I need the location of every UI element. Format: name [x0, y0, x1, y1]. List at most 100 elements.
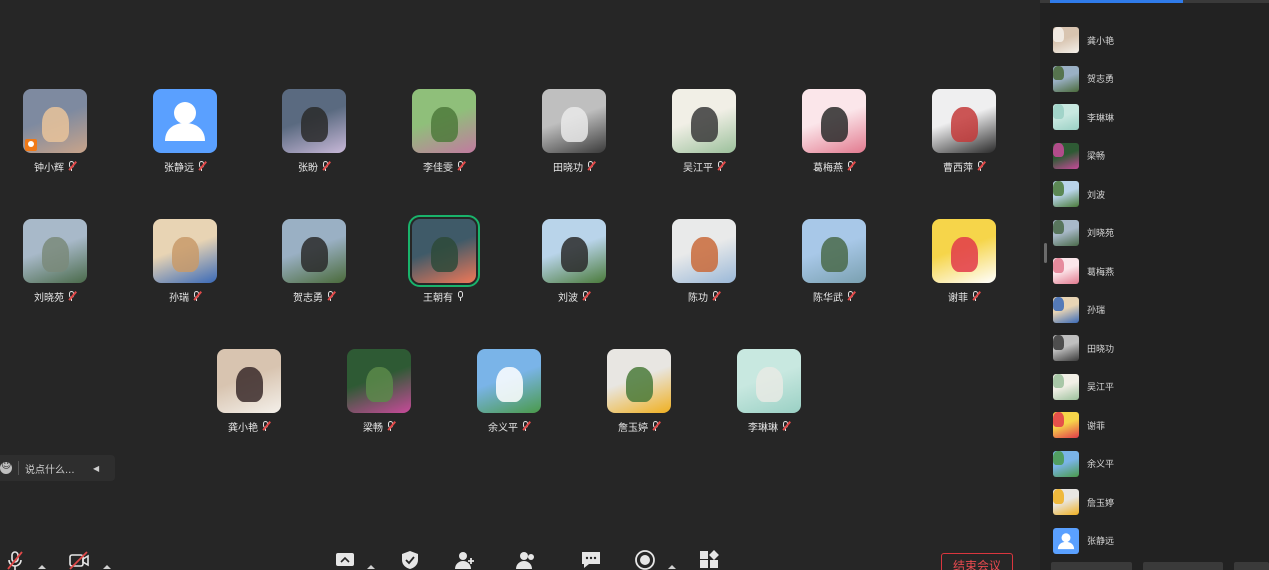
mic-muted-icon: [846, 160, 856, 172]
participant-avatar: [542, 89, 606, 153]
participant-name: 李佳雯: [423, 162, 453, 174]
participant-tile[interactable]: 余义平: [454, 349, 564, 439]
mic-muted-icon: [521, 420, 531, 432]
participant-list-avatar: [1053, 335, 1079, 362]
chat-placeholder[interactable]: 说点什么...: [25, 461, 85, 476]
record-options-caret[interactable]: [668, 565, 676, 569]
participant-list-item[interactable]: 田晓功: [1053, 329, 1263, 368]
participant-name-row: 詹玉婷: [584, 419, 694, 434]
participant-avatar: [347, 349, 411, 413]
participant-name-row: 李佳雯: [389, 159, 499, 174]
participant-tile[interactable]: 刘晓苑: [0, 219, 110, 309]
participant-list-name: 梁畅: [1087, 152, 1106, 163]
participant-list-item[interactable]: 余义平: [1053, 445, 1263, 484]
participant-list-avatar: [1053, 296, 1079, 323]
participant-name: 谢菲: [948, 292, 968, 304]
participant-name: 孙瑞: [169, 292, 189, 304]
participant-tile[interactable]: 梁畅: [324, 349, 434, 439]
participant-list-name: 贺志勇: [1087, 75, 1115, 86]
mic-muted-icon: [192, 290, 202, 302]
participant-name-row: 张盼: [259, 159, 369, 174]
panel-button[interactable]: [1234, 562, 1269, 570]
collapse-left-icon[interactable]: ◀: [93, 464, 99, 473]
camera-off-icon[interactable]: [68, 549, 90, 570]
participant-list-name: 李琳琳: [1087, 113, 1115, 124]
mic-muted-icon: [971, 290, 981, 302]
participant-name: 贺志勇: [293, 292, 323, 304]
participant-tile[interactable]: 曹西萍: [909, 89, 1019, 179]
participant-tile[interactable]: 钟小辉: [0, 89, 110, 179]
participant-avatar: [153, 219, 217, 283]
participant-list-item[interactable]: 梁畅: [1053, 137, 1263, 176]
participant-list-avatar: [1053, 489, 1079, 516]
participant-list-item[interactable]: 葛梅燕: [1053, 252, 1263, 291]
resize-handle[interactable]: [1044, 243, 1047, 263]
participant-tile[interactable]: 李佳雯: [389, 89, 499, 179]
participant-name: 张盼: [298, 162, 318, 174]
end-meeting-button[interactable]: 结束会议: [941, 553, 1013, 570]
mic-muted-icon: [67, 160, 77, 172]
participant-list-name: 吴江平: [1087, 383, 1115, 394]
chat-icon[interactable]: [580, 549, 602, 570]
participant-tile[interactable]: 龚小艳: [194, 349, 304, 439]
participant-avatar: [23, 219, 87, 283]
invite-user-icon[interactable]: [454, 549, 476, 570]
participant-tile[interactable]: 吴江平: [649, 89, 759, 179]
participant-name-row: 王朝有: [389, 289, 499, 304]
participant-list-item[interactable]: 吴江平: [1053, 368, 1263, 407]
participant-list-item[interactable]: 贺志勇: [1053, 60, 1263, 99]
mic-on-icon: [456, 290, 465, 302]
share-screen-icon[interactable]: [334, 549, 356, 570]
mic-muted-icon: [326, 290, 336, 302]
participant-tile[interactable]: 陈华武: [779, 219, 889, 309]
participant-list-item[interactable]: 詹玉婷: [1053, 483, 1263, 522]
participant-list-item[interactable]: 谢菲: [1053, 406, 1263, 445]
chat-input-bar[interactable]: 说点什么... ◀: [0, 455, 115, 481]
participant-list-item[interactable]: 龚小艳: [1053, 21, 1263, 60]
participants-panel: 龚小艳贺志勇李琳琳梁畅刘波 刘晓苑葛梅燕孙瑞 田晓功吴江平谢菲 余义平 詹玉婷 张静远: [1040, 0, 1269, 570]
participant-name: 刘晓苑: [34, 292, 64, 304]
participant-tile[interactable]: 张盼: [259, 89, 369, 179]
participant-avatar: [802, 89, 866, 153]
participant-tile[interactable]: 孙瑞: [130, 219, 240, 309]
participant-list-item[interactable]: 张静远: [1053, 522, 1263, 561]
participant-tile[interactable]: 陈功: [649, 219, 759, 309]
participant-name: 张静远: [164, 162, 194, 174]
share-options-caret[interactable]: [367, 565, 375, 569]
security-shield-icon[interactable]: [399, 549, 421, 570]
participant-tile[interactable]: 张静远: [130, 89, 240, 179]
participant-tile[interactable]: 李琳琳: [714, 349, 824, 439]
panel-button[interactable]: [1143, 562, 1223, 570]
participant-name-row: 陈华武: [779, 289, 889, 304]
participant-avatar: [477, 349, 541, 413]
mic-options-caret[interactable]: [38, 565, 46, 569]
participant-list-item[interactable]: 刘晓苑: [1053, 214, 1263, 253]
active-tab-indicator[interactable]: [1050, 0, 1183, 3]
participant-list-item[interactable]: 刘波: [1053, 175, 1263, 214]
record-icon[interactable]: [634, 549, 656, 570]
participant-tile[interactable]: 谢菲: [909, 219, 1019, 309]
camera-options-caret[interactable]: [103, 565, 111, 569]
participant-tile[interactable]: 王朝有: [389, 215, 499, 309]
participant-name-row: 田晓功: [519, 159, 629, 174]
participant-tile[interactable]: 詹玉婷: [584, 349, 694, 439]
participant-name: 田晓功: [553, 162, 583, 174]
panel-button[interactable]: [1051, 562, 1132, 570]
participant-avatar: [217, 349, 281, 413]
apps-icon[interactable]: [698, 549, 720, 570]
participant-name-row: 钟小辉: [0, 159, 110, 174]
participant-tile[interactable]: 葛梅燕: [779, 89, 889, 179]
participant-tile[interactable]: 刘波: [519, 219, 629, 309]
participant-list-item[interactable]: 李琳琳: [1053, 98, 1263, 137]
participants-icon[interactable]: [515, 549, 537, 570]
mic-muted-icon[interactable]: [4, 549, 26, 570]
participant-list-name: 葛梅燕: [1087, 267, 1115, 278]
emoji-icon[interactable]: [0, 460, 12, 474]
participant-list-item[interactable]: 孙瑞: [1053, 291, 1263, 330]
participant-name-row: 谢菲: [909, 289, 1019, 304]
mic-muted-icon: [711, 290, 721, 302]
participant-tile[interactable]: 田晓功: [519, 89, 629, 179]
participant-avatar: [802, 219, 866, 283]
participant-avatar: [932, 89, 996, 153]
participant-tile[interactable]: 贺志勇: [259, 219, 369, 309]
